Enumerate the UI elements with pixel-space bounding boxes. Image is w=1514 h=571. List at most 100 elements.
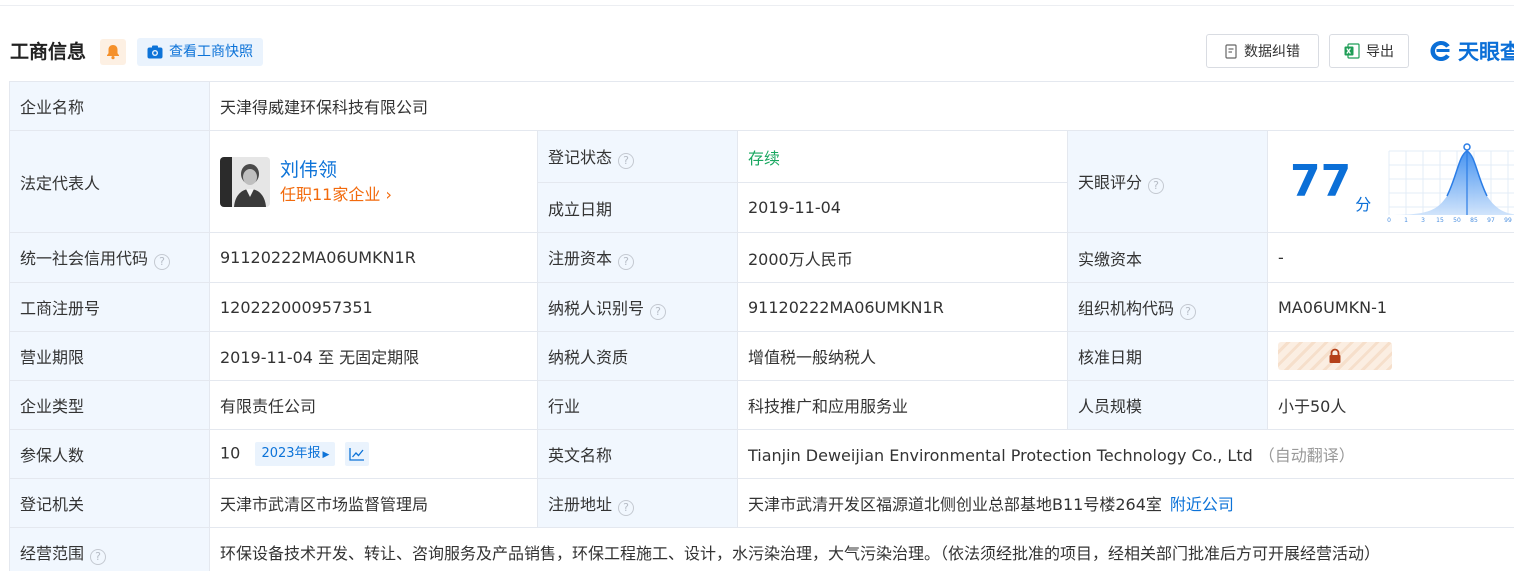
company-type-label: 企业类型 <box>9 380 210 430</box>
tenure-link[interactable]: 任职11家企业 › <box>280 183 392 207</box>
score-unit: 分 <box>1355 194 1372 214</box>
line-chart-icon <box>348 448 364 461</box>
table-row: 登记机关 天津市武清区市场监督管理局 注册地址? 天津市武清开发区福源道北侧创业… <box>9 478 1514 528</box>
org-code-value: MA06UMKN-1 <box>1266 282 1514 332</box>
data-correction-button[interactable]: 数据纠错 <box>1206 34 1319 68</box>
table-row: 企业类型 有限责任公司 行业 科技推广和应用服务业 人员规模 小于50人 <box>9 380 1514 430</box>
biz-term-value: 2019-11-04 至 无固定期限 <box>209 331 538 381</box>
table-row: 工商注册号 120222000957351 纳税人识别号? 91120222MA… <box>9 282 1514 332</box>
axis-tick: 1 <box>1404 217 1408 223</box>
locked-value-button[interactable] <box>1278 342 1392 370</box>
score-label-cell: 天眼评分? <box>1067 130 1268 233</box>
insured-value: 10 <box>220 443 241 463</box>
reg-authority-value: 天津市武清区市场监督管理局 <box>209 478 538 528</box>
section-title: 工商信息 <box>10 41 87 63</box>
reg-capital-value: 2000万人民币 <box>737 232 1068 283</box>
taxpayer-id-label-cell: 纳税人识别号? <box>537 282 738 332</box>
business-info-table: 企业名称 天津得威建环保科技有限公司 法定代表人 刘伟领 任职11家企业 › 登… <box>9 81 1514 571</box>
axis-tick: 99 <box>1504 217 1512 223</box>
reg-address-value: 天津市武清开发区福源道北侧创业总部基地B11号楼264室 <box>748 495 1162 514</box>
help-icon[interactable]: ? <box>1180 303 1197 320</box>
help-icon[interactable]: ? <box>90 548 107 565</box>
reg-no-value: 120222000957351 <box>209 282 538 332</box>
data-correction-label: 数据纠错 <box>1244 44 1300 60</box>
annual-report-link[interactable]: 2023年报 ▶ <box>255 442 336 466</box>
annual-report-label: 2023年报 <box>261 446 321 461</box>
score-label: 天眼评分 <box>1078 173 1143 192</box>
reg-status-label: 登记状态 <box>548 148 613 167</box>
staff-size-label: 人员规模 <box>1067 380 1268 430</box>
found-date-label: 成立日期 <box>537 182 738 233</box>
help-icon[interactable]: ? <box>618 499 635 516</box>
org-code-label-cell: 组织机构代码? <box>1067 282 1268 332</box>
avatar[interactable] <box>220 156 270 207</box>
taxpayer-qual-label: 纳税人资质 <box>537 331 738 381</box>
credit-code-label-cell: 统一社会信用代码? <box>9 232 210 283</box>
reg-capital-label: 注册资本 <box>548 249 613 268</box>
industry-label: 行业 <box>537 380 738 430</box>
help-icon[interactable]: ? <box>618 254 635 270</box>
company-type-value: 有限责任公司 <box>209 380 538 430</box>
axis-tick: 15 <box>1436 217 1444 223</box>
legal-rep-cell: 刘伟领 任职11家企业 › <box>209 130 538 233</box>
reg-status-value: 存续 <box>737 130 1068 183</box>
axis-tick: 85 <box>1470 217 1478 223</box>
score-distribution-chart: 0 1 3 15 50 85 97 99 100 <box>1387 142 1514 223</box>
help-icon[interactable]: ? <box>1148 178 1165 194</box>
approve-date-label: 核准日期 <box>1067 331 1268 381</box>
caret-right-icon: ▶ <box>322 450 330 460</box>
reg-no-label: 工商注册号 <box>9 282 210 332</box>
english-name-value: Tianjin Deweijian Environmental Protecti… <box>748 446 1253 465</box>
biz-term-label: 营业期限 <box>9 331 210 381</box>
axis-tick: 3 <box>1421 217 1425 223</box>
trend-chart-button[interactable] <box>344 442 369 466</box>
legal-rep-name-link[interactable]: 刘伟领 <box>280 157 392 183</box>
table-row: 参保人数 10 2023年报 ▶ 英文名称 Tianjin Deweijian E… <box>9 429 1514 479</box>
found-date-value: 2019-11-04 <box>737 182 1068 233</box>
lock-icon <box>1329 348 1341 363</box>
document-edit-icon <box>1225 43 1237 59</box>
auto-translate-note: （自动翻译） <box>1258 446 1355 465</box>
brand-label: 天眼查 <box>1458 40 1514 64</box>
taxpayer-qual-value: 增值税一般纳税人 <box>737 331 1068 381</box>
legal-rep-label: 法定代表人 <box>9 130 210 233</box>
view-snapshot-button[interactable]: 查看工商快照 <box>137 38 263 66</box>
nearby-companies-link[interactable]: 附近公司 <box>1170 495 1234 514</box>
staff-size-value: 小于50人 <box>1266 380 1514 430</box>
view-snapshot-label: 查看工商快照 <box>169 44 253 60</box>
company-name-label: 企业名称 <box>9 81 210 131</box>
reg-address-cell: 天津市武清开发区福源道北侧创业总部基地B11号楼264室 附近公司 <box>736 478 1514 528</box>
biz-scope-label: 经营范围 <box>20 543 85 563</box>
help-icon[interactable]: ? <box>154 254 171 270</box>
english-name-cell: Tianjin Deweijian Environmental Protecti… <box>736 429 1514 479</box>
credit-code-label: 统一社会信用代码 <box>20 249 149 268</box>
section-header: 工商信息 查看工商快照 数据纠错 导出 天眼查 <box>10 34 1514 68</box>
paid-capital-value: - <box>1266 232 1514 283</box>
table-row: 法定代表人 刘伟领 任职11家企业 › 登记状态 ? 存续 天眼评分 ? 77 … <box>9 130 1514 233</box>
industry-value: 科技推广和应用服务业 <box>737 380 1068 430</box>
reg-address-label: 注册地址 <box>548 494 613 514</box>
bell-icon <box>107 45 119 60</box>
help-icon[interactable]: ? <box>618 153 635 169</box>
help-icon[interactable]: ? <box>650 303 667 320</box>
taxpayer-id-label: 纳税人识别号 <box>548 298 645 318</box>
score-value: 77 <box>1290 156 1352 207</box>
top-divider <box>0 5 1514 6</box>
tenure-label: 任职11家企业 <box>280 184 381 204</box>
biz-scope-label-cell: 经营范围? <box>9 527 210 571</box>
chevron-right-icon: › <box>380 184 392 204</box>
export-label: 导出 <box>1366 44 1394 60</box>
credit-code-value: 91120222MA06UMKN1R <box>209 232 538 283</box>
bell-button[interactable] <box>100 39 126 65</box>
reg-address-label-cell: 注册地址? <box>537 478 738 528</box>
tianyancha-logo-icon <box>1430 41 1450 61</box>
excel-icon <box>1344 43 1360 59</box>
insured-cell: 10 2023年报 ▶ <box>209 429 538 479</box>
reg-capital-label-cell: 注册资本? <box>537 232 738 283</box>
insured-label: 参保人数 <box>9 429 210 479</box>
axis-tick: 0 <box>1387 217 1391 223</box>
table-row: 经营范围? 环保设备技术开发、转让、咨询服务及产品销售，环保工程施工、设计，水污… <box>9 527 1514 571</box>
export-button[interactable]: 导出 <box>1329 34 1409 68</box>
org-code-label: 组织机构代码 <box>1078 298 1175 318</box>
tianyancha-logo: 天眼查 <box>1428 36 1514 66</box>
